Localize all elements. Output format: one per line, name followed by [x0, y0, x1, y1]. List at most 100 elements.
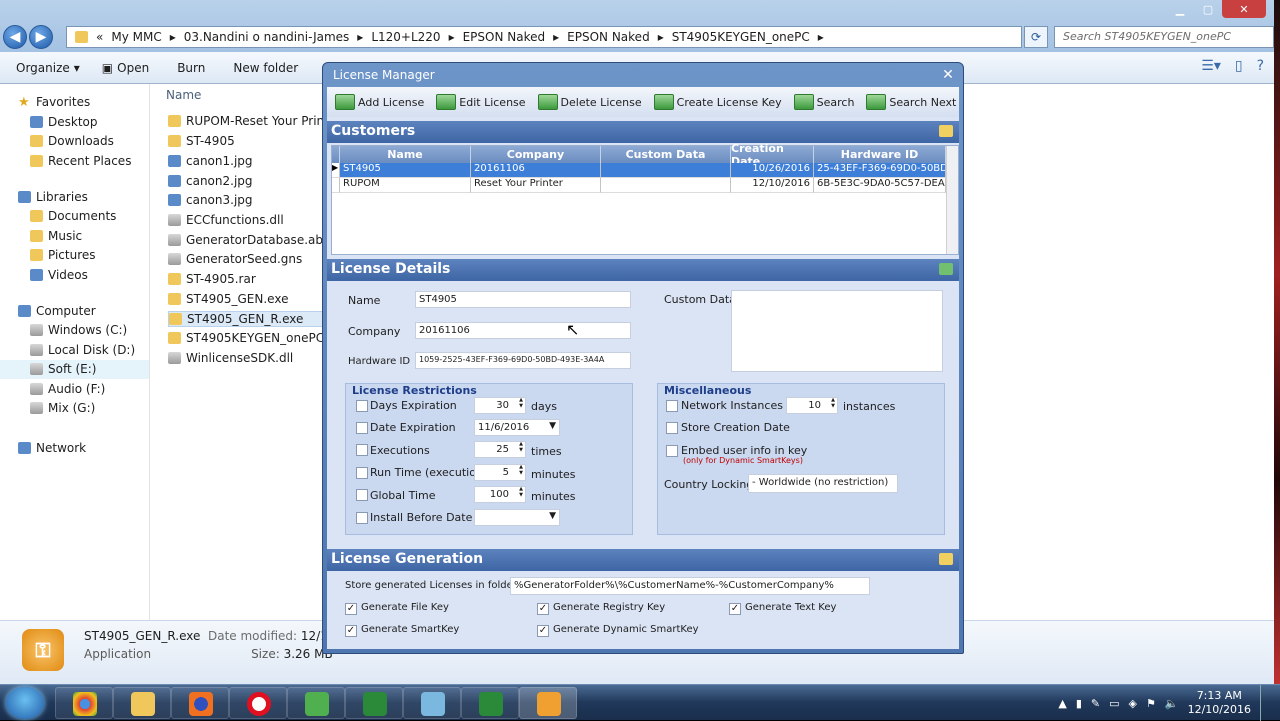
list-item[interactable]: RUPOM-Reset Your Printer — [168, 114, 328, 128]
refresh-button[interactable]: ⟳ — [1024, 26, 1048, 48]
chrome-taskbar-button[interactable] — [55, 687, 113, 719]
nav-item-drive-f[interactable]: Audio (F:) — [0, 379, 149, 399]
maximize-icon[interactable]: ▢ — [1194, 0, 1222, 18]
run-time-checkbox[interactable] — [356, 467, 368, 479]
list-item[interactable]: ST-4905.rar — [168, 272, 328, 286]
global-time-checkbox[interactable] — [356, 489, 368, 501]
camtasia-taskbar-button[interactable] — [345, 687, 403, 719]
explorer-taskbar-button[interactable] — [113, 687, 171, 719]
folder-path-field[interactable]: %GeneratorFolder%\%CustomerName%-%Custom… — [510, 577, 870, 595]
nav-item-drive-g[interactable]: Mix (G:) — [0, 399, 149, 419]
preview-pane-icon[interactable]: ▯ — [1235, 58, 1243, 74]
search-next-button[interactable]: Search Next — [866, 94, 956, 110]
generate-smartkey-checkbox[interactable]: ✓ — [345, 625, 357, 637]
column-header[interactable]: Name — [340, 146, 471, 163]
list-item[interactable]: ST4905KEYGEN_onePC.rar — [168, 331, 328, 345]
generate-file-key-checkbox[interactable]: ✓ — [345, 603, 357, 615]
network-instances-stepper[interactable]: 10 — [786, 397, 838, 414]
signal-icon[interactable]: ▮ — [1076, 697, 1082, 710]
list-item[interactable]: GeneratorDatabase.abs — [168, 233, 328, 247]
list-item[interactable]: ST4905_GEN_R.exe — [168, 311, 328, 327]
view-options-icon[interactable]: ☰▾ — [1201, 58, 1221, 74]
open-button[interactable]: ▣ Open — [102, 61, 149, 75]
new-folder-button[interactable]: New folder — [233, 61, 298, 75]
license-manager-taskbar-button[interactable] — [519, 687, 577, 719]
volume-icon[interactable]: 🔈 — [1165, 697, 1179, 710]
clock[interactable]: 7:13 AM 12/10/2016 — [1188, 689, 1251, 717]
nav-network[interactable]: Network — [0, 438, 149, 458]
list-item[interactable]: WinlicenseSDK.dll — [168, 351, 328, 365]
table-row[interactable]: ▶ ST4905 20161106 10/26/2016 25-43EF-F36… — [332, 163, 958, 178]
days-expiration-stepper[interactable]: 30 — [474, 397, 526, 414]
hardware-id-field[interactable]: 1059-2525-43EF-F369-69D0-50BD-493E-3A4A — [415, 352, 631, 369]
custom-data-textarea[interactable] — [731, 290, 943, 372]
install-before-date-checkbox[interactable] — [356, 512, 368, 524]
list-item[interactable]: ECCfunctions.dll — [168, 213, 328, 227]
search-input[interactable]: Search ST4905KEYGEN_onePC — [1054, 26, 1274, 48]
nav-item-music[interactable]: Music — [0, 226, 149, 246]
network-instances-checkbox[interactable] — [666, 400, 678, 412]
country-locking-field[interactable]: - Worldwide (no restriction) — [748, 474, 898, 493]
column-header[interactable]: Hardware ID — [814, 146, 946, 163]
nav-item-pictures[interactable]: Pictures — [0, 246, 149, 266]
paint-taskbar-button[interactable] — [287, 687, 345, 719]
close-icon[interactable]: ✕ — [939, 67, 957, 83]
burn-button[interactable]: Burn — [177, 61, 205, 75]
flag-icon[interactable]: ⚑ — [1146, 697, 1156, 710]
help-icon[interactable]: ? — [1257, 58, 1264, 74]
security-icon[interactable]: ◈ — [1129, 697, 1137, 710]
run-time-stepper[interactable]: 5 — [474, 464, 526, 481]
add-license-button[interactable]: Add License — [335, 94, 424, 110]
list-item[interactable]: ST4905_GEN.exe — [168, 292, 328, 306]
nav-item-drive-e[interactable]: Soft (E:) — [0, 359, 149, 379]
organize-button[interactable]: Organize ▾ — [16, 61, 80, 75]
breadcrumb-item[interactable]: ST4905KEYGEN_onePC — [672, 30, 810, 44]
nav-item-drive-d[interactable]: Local Disk (D:) — [0, 340, 149, 360]
opera-taskbar-button[interactable] — [229, 687, 287, 719]
app-taskbar-button[interactable] — [403, 687, 461, 719]
address-bar[interactable]: « My MMC ▸ 03.Nandini o nandini-James ▸ L1… — [66, 26, 1022, 48]
nav-computer[interactable]: Computer — [0, 301, 149, 321]
column-header[interactable]: Creation Date — [731, 142, 814, 168]
search-button[interactable]: Search — [793, 94, 854, 110]
list-item[interactable]: canon2.jpg — [168, 174, 328, 188]
nav-item-desktop[interactable]: Desktop — [0, 112, 149, 132]
forward-button[interactable]: ▶ — [29, 25, 53, 49]
close-icon[interactable]: ✕ — [1222, 0, 1266, 18]
list-item[interactable]: GeneratorSeed.gns — [168, 252, 328, 266]
firefox-taskbar-button[interactable] — [171, 687, 229, 719]
list-item[interactable]: canon3.jpg — [168, 193, 328, 207]
breadcrumb-overflow-icon[interactable]: « — [96, 30, 103, 44]
pen-icon[interactable]: ✎ — [1091, 697, 1100, 710]
nav-favorites[interactable]: ★ Favorites — [0, 92, 149, 112]
embed-user-info-checkbox[interactable] — [666, 445, 678, 457]
nav-item-recent-places[interactable]: Recent Places — [0, 151, 149, 171]
create-license-key-button[interactable]: Create License Key — [653, 94, 782, 110]
camtasia-recorder-taskbar-button[interactable] — [461, 687, 519, 719]
column-header[interactable]: Company — [471, 146, 601, 163]
nav-item-drive-c[interactable]: Windows (C:) — [0, 321, 149, 341]
store-creation-date-checkbox[interactable] — [666, 422, 678, 434]
generate-text-key-checkbox[interactable]: ✓ — [729, 603, 741, 615]
network-icon[interactable]: ▭ — [1109, 697, 1119, 710]
days-expiration-checkbox[interactable] — [356, 400, 368, 412]
show-hidden-icons-icon[interactable]: ▲ — [1058, 697, 1066, 710]
nav-item-videos[interactable]: Videos — [0, 265, 149, 285]
date-expiration-picker[interactable]: 11/6/2016 ▼ — [474, 419, 560, 436]
breadcrumb-item[interactable]: EPSON Naked — [463, 30, 546, 44]
global-time-stepper[interactable]: 100 — [474, 486, 526, 503]
vertical-scrollbar[interactable] — [946, 146, 958, 254]
nav-item-downloads[interactable]: Downloads — [0, 132, 149, 152]
date-expiration-checkbox[interactable] — [356, 422, 368, 434]
executions-stepper[interactable]: 25 — [474, 441, 526, 458]
nav-libraries[interactable]: Libraries — [0, 187, 149, 207]
breadcrumb-item[interactable]: EPSON Naked — [567, 30, 650, 44]
executions-checkbox[interactable] — [356, 444, 368, 456]
edit-license-button[interactable]: Edit License — [436, 94, 526, 110]
show-desktop-button[interactable] — [1260, 685, 1272, 721]
company-field[interactable]: 20161106 — [415, 322, 631, 339]
table-row[interactable]: RUPOM Reset Your Printer 12/10/2016 6B-5… — [332, 178, 958, 193]
column-header[interactable]: Custom Data — [601, 146, 731, 163]
breadcrumb-item[interactable]: L120+L220 — [371, 30, 440, 44]
install-before-date-picker[interactable]: ▼ — [474, 509, 560, 526]
